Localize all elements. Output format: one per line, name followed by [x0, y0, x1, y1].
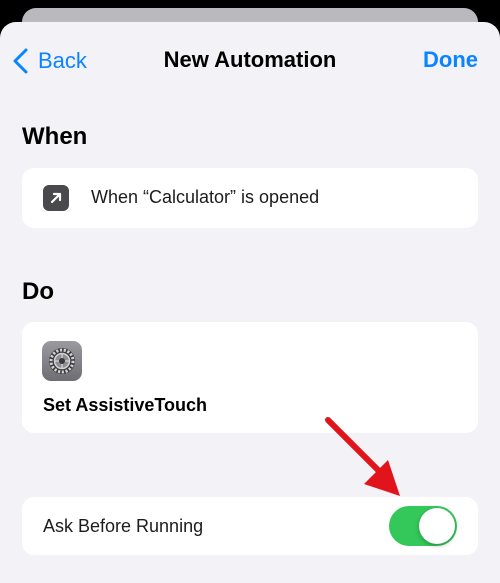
trigger-card[interactable]: When “Calculator” is opened: [22, 168, 478, 228]
toggle-knob: [419, 508, 455, 544]
ask-before-running-toggle[interactable]: [389, 506, 457, 546]
trigger-text: When “Calculator” is opened: [91, 187, 320, 207]
do-section-title: Do: [22, 278, 54, 305]
navigation-bar: Back New Automation Done: [0, 22, 500, 102]
automation-sheet: Back New Automation Done When When “Calc…: [0, 22, 500, 583]
action-label: Set AssistiveTouch: [43, 395, 208, 415]
red-arrow-annotation-icon: [325, 417, 400, 496]
when-section-title: When: [22, 123, 88, 150]
settings-gear-icon: [42, 341, 82, 381]
open-app-arrow-icon: [43, 185, 69, 211]
ask-before-running-label: Ask Before Running: [43, 516, 204, 536]
done-button[interactable]: Done: [423, 47, 478, 73]
